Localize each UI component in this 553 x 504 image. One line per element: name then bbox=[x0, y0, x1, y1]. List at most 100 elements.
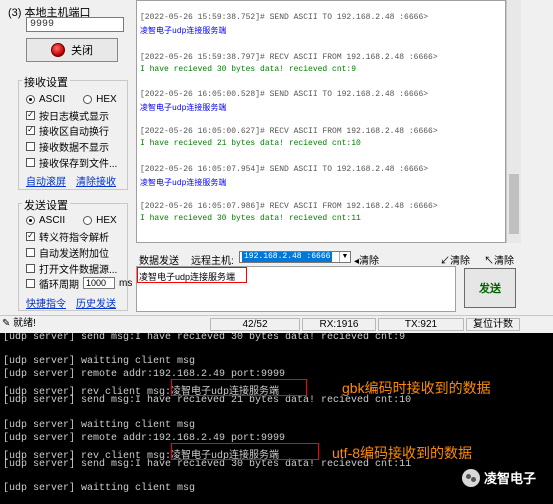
log-entry: [2022-05-26 16:05:07.954]# SEND ASCII TO… bbox=[140, 165, 428, 188]
send-ascii-label: ASCII bbox=[39, 214, 66, 226]
send-ascii-radio[interactable]: ASCII HEX bbox=[26, 214, 117, 226]
log-body: I have recieved 21 bytes data! recieved … bbox=[140, 139, 361, 148]
clear-button-1[interactable]: ◂清除 bbox=[354, 252, 379, 267]
status-tx: TX:921 bbox=[378, 318, 464, 331]
terminal-line: [udp server] waitting client msg bbox=[3, 420, 196, 431]
recv-ascii-label: ASCII bbox=[39, 93, 66, 105]
send-opt-label: 打开文件数据源... bbox=[39, 264, 118, 276]
checkbox-icon bbox=[26, 247, 35, 257]
log-entry: [2022-05-26 16:05:00.627]# RECV ASCII FR… bbox=[140, 127, 438, 148]
checkbox-icon bbox=[26, 157, 35, 167]
checkbox-checked-icon: ✓ bbox=[26, 110, 35, 120]
checkbox-icon bbox=[26, 278, 35, 288]
receive-log[interactable]: [2022-05-26 15:59:38.752]# SEND ASCII TO… bbox=[136, 0, 506, 243]
cycle-period-input[interactable]: 1000 bbox=[83, 277, 115, 289]
log-scrollbar[interactable] bbox=[506, 0, 521, 243]
log-body: 凌智电子udp连接服务端 bbox=[140, 27, 227, 36]
quick-command-link[interactable]: 快捷指令 bbox=[26, 295, 66, 310]
terminal-line: [udp server] send msg:I have recieved 30… bbox=[3, 333, 406, 343]
highlight-box-utf8 bbox=[171, 443, 319, 460]
checkbox-checked-icon: ✓ bbox=[26, 125, 35, 135]
send-opt-label: 自动发送附加位 bbox=[39, 248, 109, 260]
send-button[interactable]: 发送 bbox=[464, 268, 516, 308]
utf8-annotation: utf-8编码接收到的数据 bbox=[332, 445, 473, 461]
data-send-label: 数据发送 bbox=[139, 256, 179, 267]
recv-opt-wrap[interactable]: ✓ 接收区自动换行 bbox=[26, 124, 109, 138]
status-rx: RX:1916 bbox=[302, 318, 376, 331]
recv-opt-hide[interactable]: 接收数据不显示 bbox=[26, 140, 109, 154]
terminal-line: [udp server] waitting client msg bbox=[3, 356, 196, 367]
status-bar: ✎ 就绪! 42/52 RX:1916 TX:921 复位计数 bbox=[0, 315, 553, 333]
send-history-link[interactable]: 历史发送 bbox=[76, 295, 116, 310]
send-opt-escape[interactable]: ✓ 转义符指令解析 bbox=[26, 230, 109, 244]
send-toolbar: 数据发送 远程主机: 192.168.2.48 :6666 ▼ ◂清除 ↙清除 … bbox=[136, 250, 520, 267]
recv-opt-label: 按日志模式显示 bbox=[39, 111, 109, 123]
log-entry: [2022-05-26 16:05:00.528]# SEND ASCII TO… bbox=[140, 90, 428, 113]
chevron-down-icon[interactable]: ▼ bbox=[339, 252, 350, 262]
remote-host-select[interactable]: 192.168.2.48 :6666 ▼ bbox=[239, 251, 351, 263]
scrollbar-thumb[interactable] bbox=[509, 174, 519, 234]
netassist-window: (3) 本地主机端口 9999 关闭 接收设置 ASCII HEX ✓ 按日志模式… bbox=[0, 0, 553, 333]
log-entry: [2022-05-26 16:05:07.986]# RECV ASCII FR… bbox=[140, 202, 438, 223]
highlight-box-gbk bbox=[171, 379, 307, 396]
remote-host-label: 远程主机: bbox=[191, 256, 234, 267]
remote-host-value: 192.168.2.48 :6666 bbox=[242, 252, 333, 262]
status-led-icon bbox=[51, 43, 65, 57]
log-header: [2022-05-26 16:05:07.954]# SEND ASCII TO… bbox=[140, 165, 429, 174]
clear-button-3[interactable]: ↖清除 bbox=[484, 252, 514, 267]
log-body: I have recieved 30 bytes data! recieved … bbox=[140, 214, 361, 223]
log-body: 凌智电子udp连接服务端 bbox=[140, 104, 227, 113]
radio-icon[interactable] bbox=[83, 215, 93, 225]
close-button[interactable]: 关闭 bbox=[26, 38, 118, 62]
status-counter: 42/52 bbox=[210, 318, 300, 331]
recv-hex-label: HEX bbox=[96, 93, 117, 105]
log-body: 凌智电子udp连接服务端 bbox=[140, 179, 227, 188]
clear-button-2[interactable]: ↙清除 bbox=[440, 252, 470, 267]
recv-opt-log-mode[interactable]: ✓ 按日志模式显示 bbox=[26, 109, 109, 123]
log-header: [2022-05-26 16:05:00.528]# SEND ASCII TO… bbox=[140, 90, 429, 99]
log-header: [2022-05-26 16:05:07.986]# RECV ASCII FR… bbox=[140, 202, 438, 211]
local-port-input[interactable]: 9999 bbox=[26, 17, 124, 32]
reset-count-button[interactable]: 复位计数 bbox=[466, 318, 520, 331]
send-opt-append[interactable]: 自动发送附加位 bbox=[26, 246, 109, 260]
cycle-unit-label: ms bbox=[119, 277, 133, 289]
clear-label: 清除 bbox=[494, 256, 514, 267]
terminal-line: [udp server] waitting client msg bbox=[3, 483, 196, 494]
recv-opt-save[interactable]: 接收保存到文件... bbox=[26, 156, 118, 170]
clear-recv-link[interactable]: 清除接收 bbox=[76, 173, 116, 188]
checkbox-checked-icon: ✓ bbox=[26, 231, 35, 241]
close-button-label: 关闭 bbox=[71, 45, 93, 57]
left-panel: (3) 本地主机端口 9999 关闭 接收设置 ASCII HEX ✓ 按日志模式… bbox=[0, 0, 134, 315]
send-text: 凌智电子udp连接服务端 bbox=[139, 272, 236, 282]
recv-opt-label: 接收保存到文件... bbox=[39, 158, 118, 170]
gbk-annotation: gbk编码时接收到的数据 bbox=[342, 380, 491, 396]
recv-opt-label: 接收区自动换行 bbox=[39, 126, 109, 138]
send-opt-label: 循环周期 bbox=[39, 279, 79, 291]
radio-selected-icon bbox=[26, 215, 35, 225]
radio-selected-icon bbox=[26, 94, 35, 104]
auto-scroll-link[interactable]: 自动滚屏 bbox=[26, 173, 66, 188]
watermark: 凌智电子 bbox=[462, 468, 536, 487]
log-body: I have recieved 30 bytes data! recieved … bbox=[140, 65, 357, 74]
recv-ascii-radio[interactable]: ASCII HEX bbox=[26, 93, 117, 105]
status-ready-text: 就绪! bbox=[13, 318, 36, 329]
log-header: [2022-05-26 15:59:38.797]# RECV ASCII FR… bbox=[140, 53, 438, 62]
status-ready: ✎ 就绪! bbox=[2, 318, 132, 331]
radio-icon[interactable] bbox=[83, 94, 93, 104]
log-entry: [2022-05-26 15:59:38.797]# RECV ASCII FR… bbox=[140, 53, 438, 74]
wechat-logo-icon bbox=[462, 468, 480, 487]
send-opt-cycle[interactable]: 循环周期 1000 ms bbox=[26, 277, 133, 291]
send-opt-file[interactable]: 打开文件数据源... bbox=[26, 262, 118, 276]
recv-opt-label: 接收数据不显示 bbox=[39, 142, 109, 154]
log-header: [2022-05-26 15:59:38.752]# SEND ASCII TO… bbox=[140, 13, 429, 22]
arrow-icon: ↖ bbox=[484, 256, 494, 267]
watermark-text: 凌智电子 bbox=[484, 471, 537, 486]
recv-settings-title: 接收设置 bbox=[22, 74, 70, 90]
log-entry: [2022-05-26 15:59:38.752]# SEND ASCII TO… bbox=[140, 13, 428, 36]
send-hex-label: HEX bbox=[96, 214, 117, 226]
send-opt-label: 转义符指令解析 bbox=[39, 232, 109, 244]
log-header: [2022-05-26 16:05:00.627]# RECV ASCII FR… bbox=[140, 127, 438, 136]
pencil-icon: ✎ bbox=[2, 318, 14, 329]
send-settings-title: 发送设置 bbox=[22, 197, 70, 213]
send-textarea[interactable]: 凌智电子udp连接服务端 bbox=[136, 266, 456, 312]
